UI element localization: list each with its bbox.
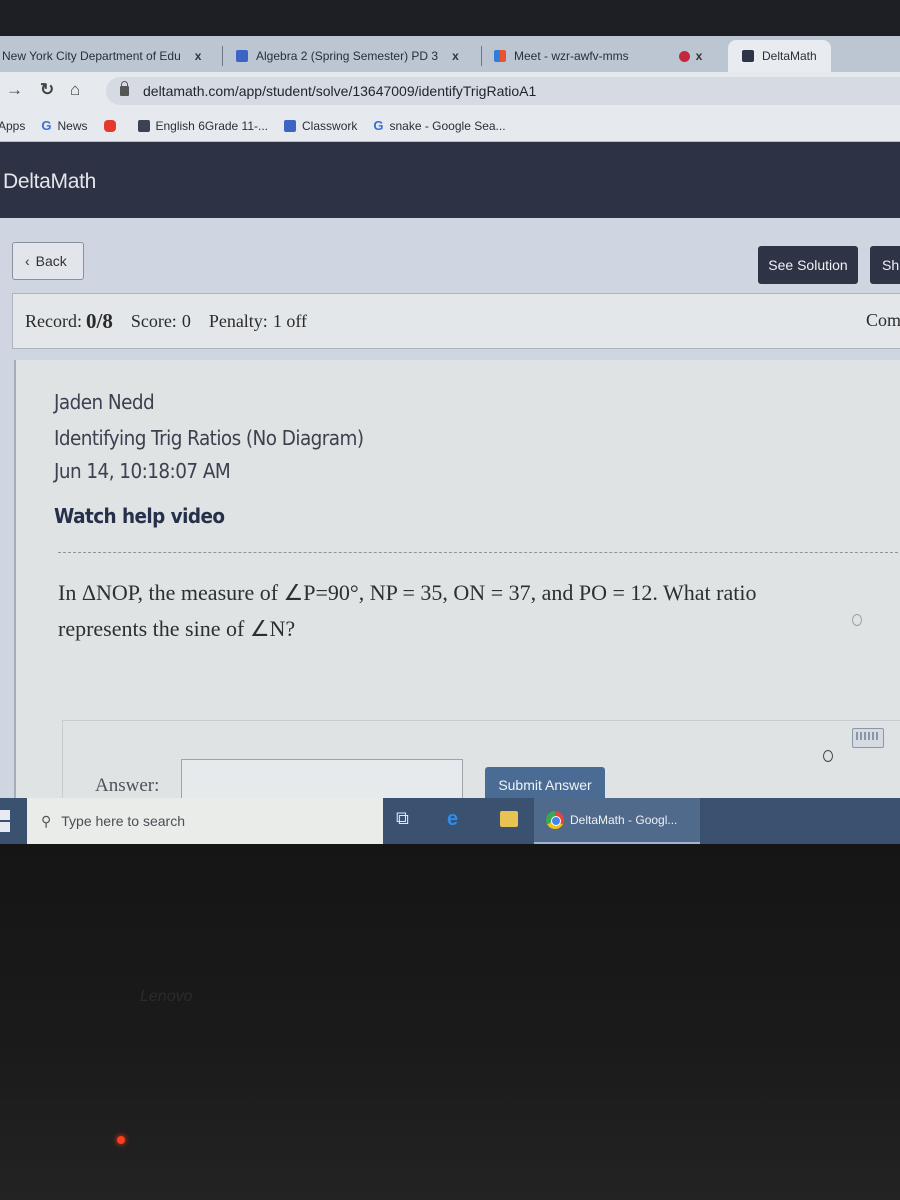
watch-help-video-link[interactable]: Watch help video [54, 504, 225, 528]
bookmark-label: News [57, 118, 88, 133]
tab-title: Algebra 2 (Spring Semester) PD 3 [256, 49, 439, 63]
circle-icon [852, 614, 862, 626]
record-value: 0/8 [85, 308, 113, 333]
tab-meet[interactable]: Meet - wzr-awfv-mms x [494, 40, 702, 72]
timestamp: Jun 14, 10:18:07 AM [54, 459, 231, 483]
question-line: In ΔNOP, the measure of ∠P=90°, NP = 35,… [58, 580, 757, 605]
deltamath-icon [742, 50, 754, 62]
windows-start-icon[interactable] [0, 810, 10, 832]
taskbar-search[interactable]: ⚲ Type here to search [27, 798, 383, 844]
taskbar-chrome-window[interactable]: DeltaMath - Googl... [534, 798, 700, 844]
bookmarks-bar: Apps G News English 6Grade 11-... Classw… [0, 110, 900, 142]
laptop-brand: Lenovo [140, 988, 193, 1005]
search-icon: ⚲ [41, 812, 52, 829]
close-icon[interactable]: x [452, 49, 459, 63]
address-bar[interactable]: deltamath.com/app/student/solve/13647009… [106, 77, 900, 105]
record-bar: Record: 0/8 Score: 0 Penalty: 1 off Com [12, 293, 900, 349]
score-value: 0 [181, 310, 191, 331]
forward-icon[interactable]: → [6, 80, 23, 100]
close-icon[interactable]: x [696, 49, 703, 63]
task-view-icon[interactable]: ⧉ [396, 808, 409, 829]
home-icon[interactable]: ⌂ [70, 80, 80, 100]
recording-icon [678, 50, 690, 62]
meet-icon [494, 50, 506, 62]
student-name: Jaden Nedd [54, 390, 155, 414]
question-text: In ΔNOP, the measure of ∠P=90°, NP = 35,… [58, 575, 898, 647]
bookmark-label: Apps [0, 118, 26, 133]
penalty-label: Penalty: [208, 310, 268, 331]
record-label: Record: [25, 310, 82, 331]
tab-nyc-doe[interactable]: New York City Department of Edu x [2, 40, 201, 72]
divider [58, 552, 900, 553]
close-icon[interactable]: x [195, 49, 202, 63]
bookmark-label: Classwork [302, 118, 358, 133]
laptop-bezel [0, 844, 900, 1200]
answer-label: Answer: [95, 775, 160, 796]
browser-toolbar: → ↻ ⌂ deltamath.com/app/student/solve/13… [0, 72, 900, 110]
problem-card: Jaden Nedd Identifying Trig Ratios (No D… [14, 360, 900, 820]
app-header: DeltaMath [0, 142, 900, 218]
chevron-left-icon: ‹ [25, 253, 30, 269]
tab-title: New York City Department of Edu [2, 49, 181, 63]
google-icon: G [41, 118, 52, 133]
tab-title: Meet - wzr-awfv-mms [514, 49, 629, 63]
question-line: represents the sine of ∠N? [58, 616, 296, 641]
youtube-icon [103, 119, 116, 132]
google-icon: G [373, 118, 384, 133]
tab-algebra-2[interactable]: Algebra 2 (Spring Semester) PD 3 x [236, 40, 459, 72]
show-button[interactable]: Sh [870, 246, 900, 284]
bookmark-youtube[interactable] [103, 119, 122, 132]
record-right-text: Com [865, 310, 900, 330]
bookmark-label: snake - Google Sea... [389, 118, 506, 133]
url-text: deltamath.com/app/student/solve/13647009… [143, 83, 537, 99]
power-led [117, 1136, 125, 1144]
classroom-icon [284, 119, 297, 132]
window-label: DeltaMath - Googl... [570, 813, 678, 827]
back-label: Back [35, 253, 67, 269]
reload-icon[interactable]: ↻ [40, 80, 54, 100]
deltamath-logo[interactable]: DeltaMath [3, 170, 96, 194]
edge-icon[interactable]: e [447, 808, 458, 831]
cursor-circle-icon [823, 750, 833, 762]
tab-deltamath[interactable]: DeltaMath [728, 40, 831, 72]
bookmark-apps[interactable]: Apps [0, 119, 25, 133]
tab-separator [222, 46, 223, 66]
penalty-value: 1 off [272, 310, 307, 331]
bookmark-classwork[interactable]: Classwork [284, 119, 357, 133]
bookmark-english[interactable]: English 6Grade 11-... [137, 118, 269, 133]
tab-separator [481, 46, 482, 66]
back-button[interactable]: ‹ Back [12, 242, 84, 280]
score-label: Score: [130, 310, 177, 331]
search-placeholder: Type here to search [61, 813, 186, 829]
lock-icon [120, 81, 129, 96]
browser-tab-strip: New York City Department of Edu x Algebr… [0, 36, 900, 72]
bookmark-snake[interactable]: G snake - Google Sea... [373, 118, 505, 133]
file-explorer-icon[interactable] [500, 811, 518, 827]
bookmark-news[interactable]: G News [41, 118, 87, 133]
screen-bezel [0, 0, 900, 36]
windows-taskbar: ⚲ Type here to search ⧉ e DeltaMath - Go… [0, 798, 900, 844]
classroom-icon [137, 119, 150, 132]
answer-input[interactable] [181, 759, 463, 803]
tab-title: DeltaMath [762, 49, 817, 63]
bookmark-label: English 6Grade 11-... [155, 118, 269, 133]
problem-page: ‹ Back See Solution Sh Record: 0/8 Score… [0, 218, 900, 820]
classroom-icon [236, 50, 248, 62]
chrome-icon [546, 811, 564, 829]
keyboard-icon[interactable] [852, 728, 884, 748]
see-solution-button[interactable]: See Solution [758, 246, 858, 284]
assignment-title: Identifying Trig Ratios (No Diagram) [54, 426, 364, 450]
